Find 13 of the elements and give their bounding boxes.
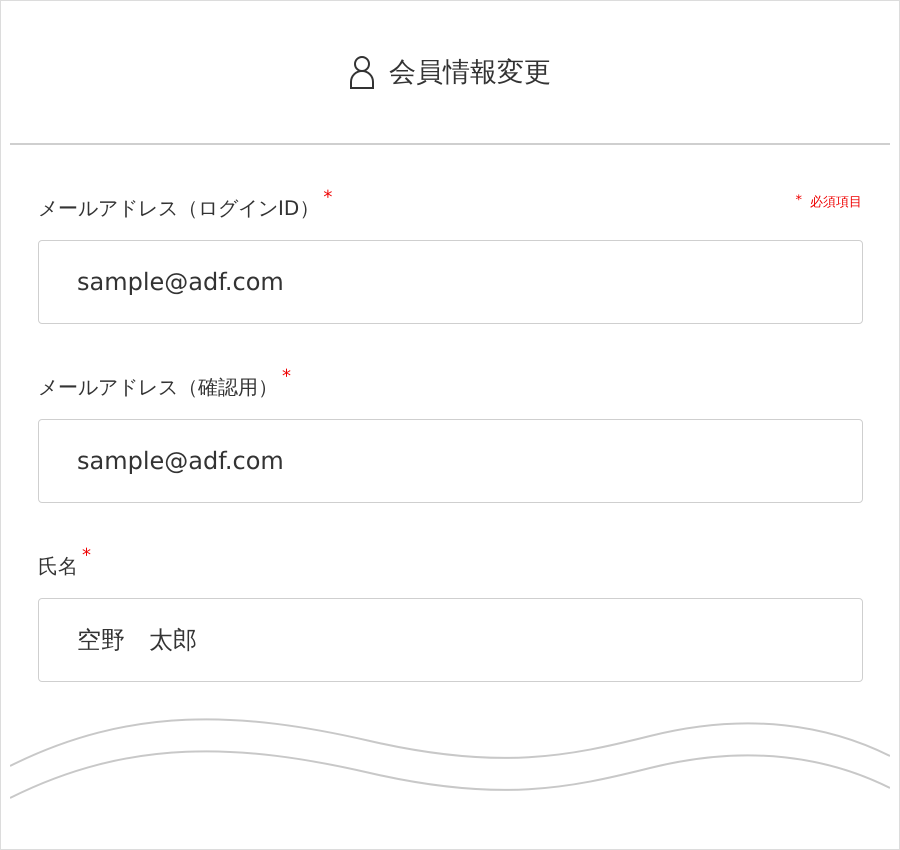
page-title: 会員情報変更: [389, 56, 551, 90]
required-mark: *: [82, 545, 91, 566]
required-mark: *: [282, 366, 291, 387]
field-label: メールアドレス（ログインID）: [38, 195, 320, 222]
required-mark: *: [796, 193, 802, 210]
field-label: 氏名: [38, 553, 78, 580]
required-mark: *: [323, 187, 332, 208]
field-label: メールアドレス（確認用）: [38, 374, 278, 401]
input-field[interactable]: sample@adf.com: [38, 419, 863, 503]
user-icon: [349, 55, 375, 89]
required-note: 必須項目: [810, 194, 862, 211]
input-field[interactable]: sample@adf.com: [38, 240, 863, 324]
input-field[interactable]: 空野 太郎: [38, 598, 863, 682]
